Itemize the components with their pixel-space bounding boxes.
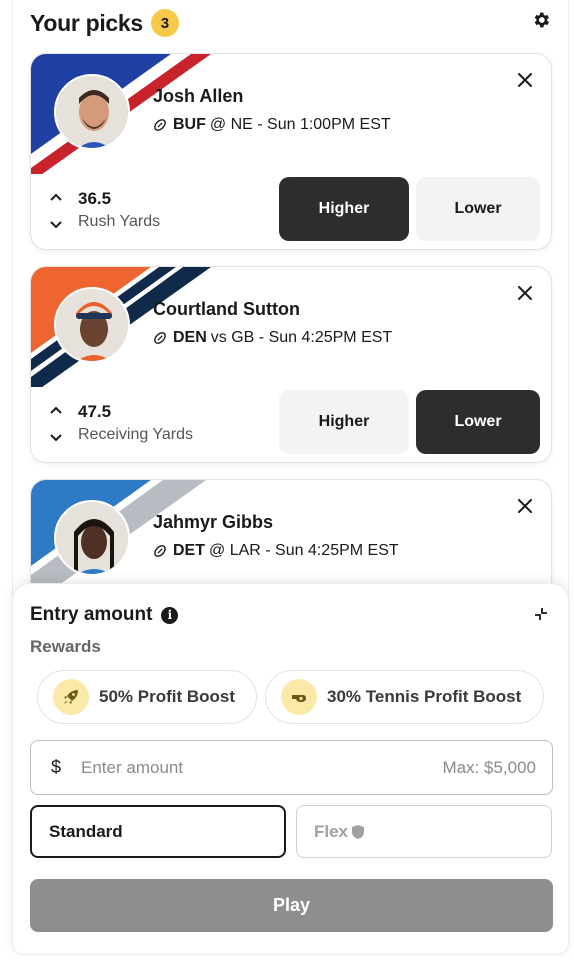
rocket-icon [53,679,89,715]
shield-icon [352,824,365,839]
entry-amount-sheet: Entry amount i Rewards 50% Profit Boost … [12,583,569,955]
team-abbr: DEN [173,329,207,346]
game-info: BUF @ NE - Sun 1:00PM EST [153,116,391,134]
player-name: Courtland Sutton [153,299,300,319]
amount-placeholder: Enter amount [81,757,184,777]
game-info: DEN vs GB - Sun 4:25PM EST [153,329,392,347]
currency-symbol: $ [51,757,62,777]
picks-header: Your picks 3 [30,6,179,40]
higher-button[interactable]: Higher [279,390,409,454]
projection-value: 47.5 [78,402,112,421]
entry-title: Entry amount [30,604,153,625]
line-stepper-icon[interactable] [49,405,63,443]
gear-icon[interactable] [531,10,551,30]
player-avatar [54,287,130,363]
page-title: Your picks [30,9,143,36]
amount-max: Max: $5,000 [442,757,536,777]
close-icon[interactable] [517,498,533,514]
amount-input[interactable]: $ Enter amount Max: $5,000 [30,740,553,795]
line-stepper-icon[interactable] [49,192,63,230]
higher-button[interactable]: Higher [279,177,409,241]
reward-tennis-profit-boost[interactable]: 30% Tennis Profit Boost [265,670,544,724]
matchup-text: vs GB - Sun 4:25PM EST [210,329,393,346]
lower-button[interactable]: Lower [416,390,540,454]
lower-button[interactable]: Lower [416,177,540,241]
reward-label: 30% Tennis Profit Boost [327,687,522,706]
player-name: Jahmyr Gibbs [153,512,274,532]
reward-profit-boost[interactable]: 50% Profit Boost [37,670,257,724]
player-avatar [54,74,130,150]
rewards-label: Rewards [30,637,101,656]
standard-label: Standard [49,821,123,841]
reward-label: 50% Profit Boost [99,687,236,706]
collapse-icon[interactable] [533,606,549,622]
football-icon [154,332,166,344]
info-icon[interactable]: i [161,606,179,624]
team-abbr: BUF [173,116,206,133]
close-icon[interactable] [517,72,533,88]
pick-card-courtland-sutton: Courtland Sutton DEN vs GB - Sun 4:25PM … [30,266,552,463]
entry-title-row: Entry amount i [30,604,179,626]
pick-card-josh-allen: Josh Allen BUF @ NE - Sun 1:00PM EST 36.… [30,53,552,250]
close-icon[interactable] [517,285,533,301]
player-name: Josh Allen [153,86,244,106]
game-info: DET @ LAR - Sun 4:25PM EST [153,542,399,560]
football-icon [154,119,166,131]
play-button[interactable]: Play [30,879,553,932]
team-abbr: DET [173,542,205,559]
projection-value: 36.5 [78,189,112,208]
matchup-text: @ NE - Sun 1:00PM EST [209,116,391,133]
projection-stat: Rush Yards [78,213,161,230]
flex-label: Flex [314,821,349,841]
player-avatar [54,500,130,576]
projection-stat: Receiving Yards [78,426,194,443]
whistle-icon [281,679,317,715]
flex-mode-button[interactable]: Flex [296,805,552,858]
standard-mode-button[interactable]: Standard [30,805,286,858]
picks-count-badge: 3 [150,9,179,37]
matchup-text: @ LAR - Sun 4:25PM EST [209,542,399,559]
football-icon [154,545,166,557]
